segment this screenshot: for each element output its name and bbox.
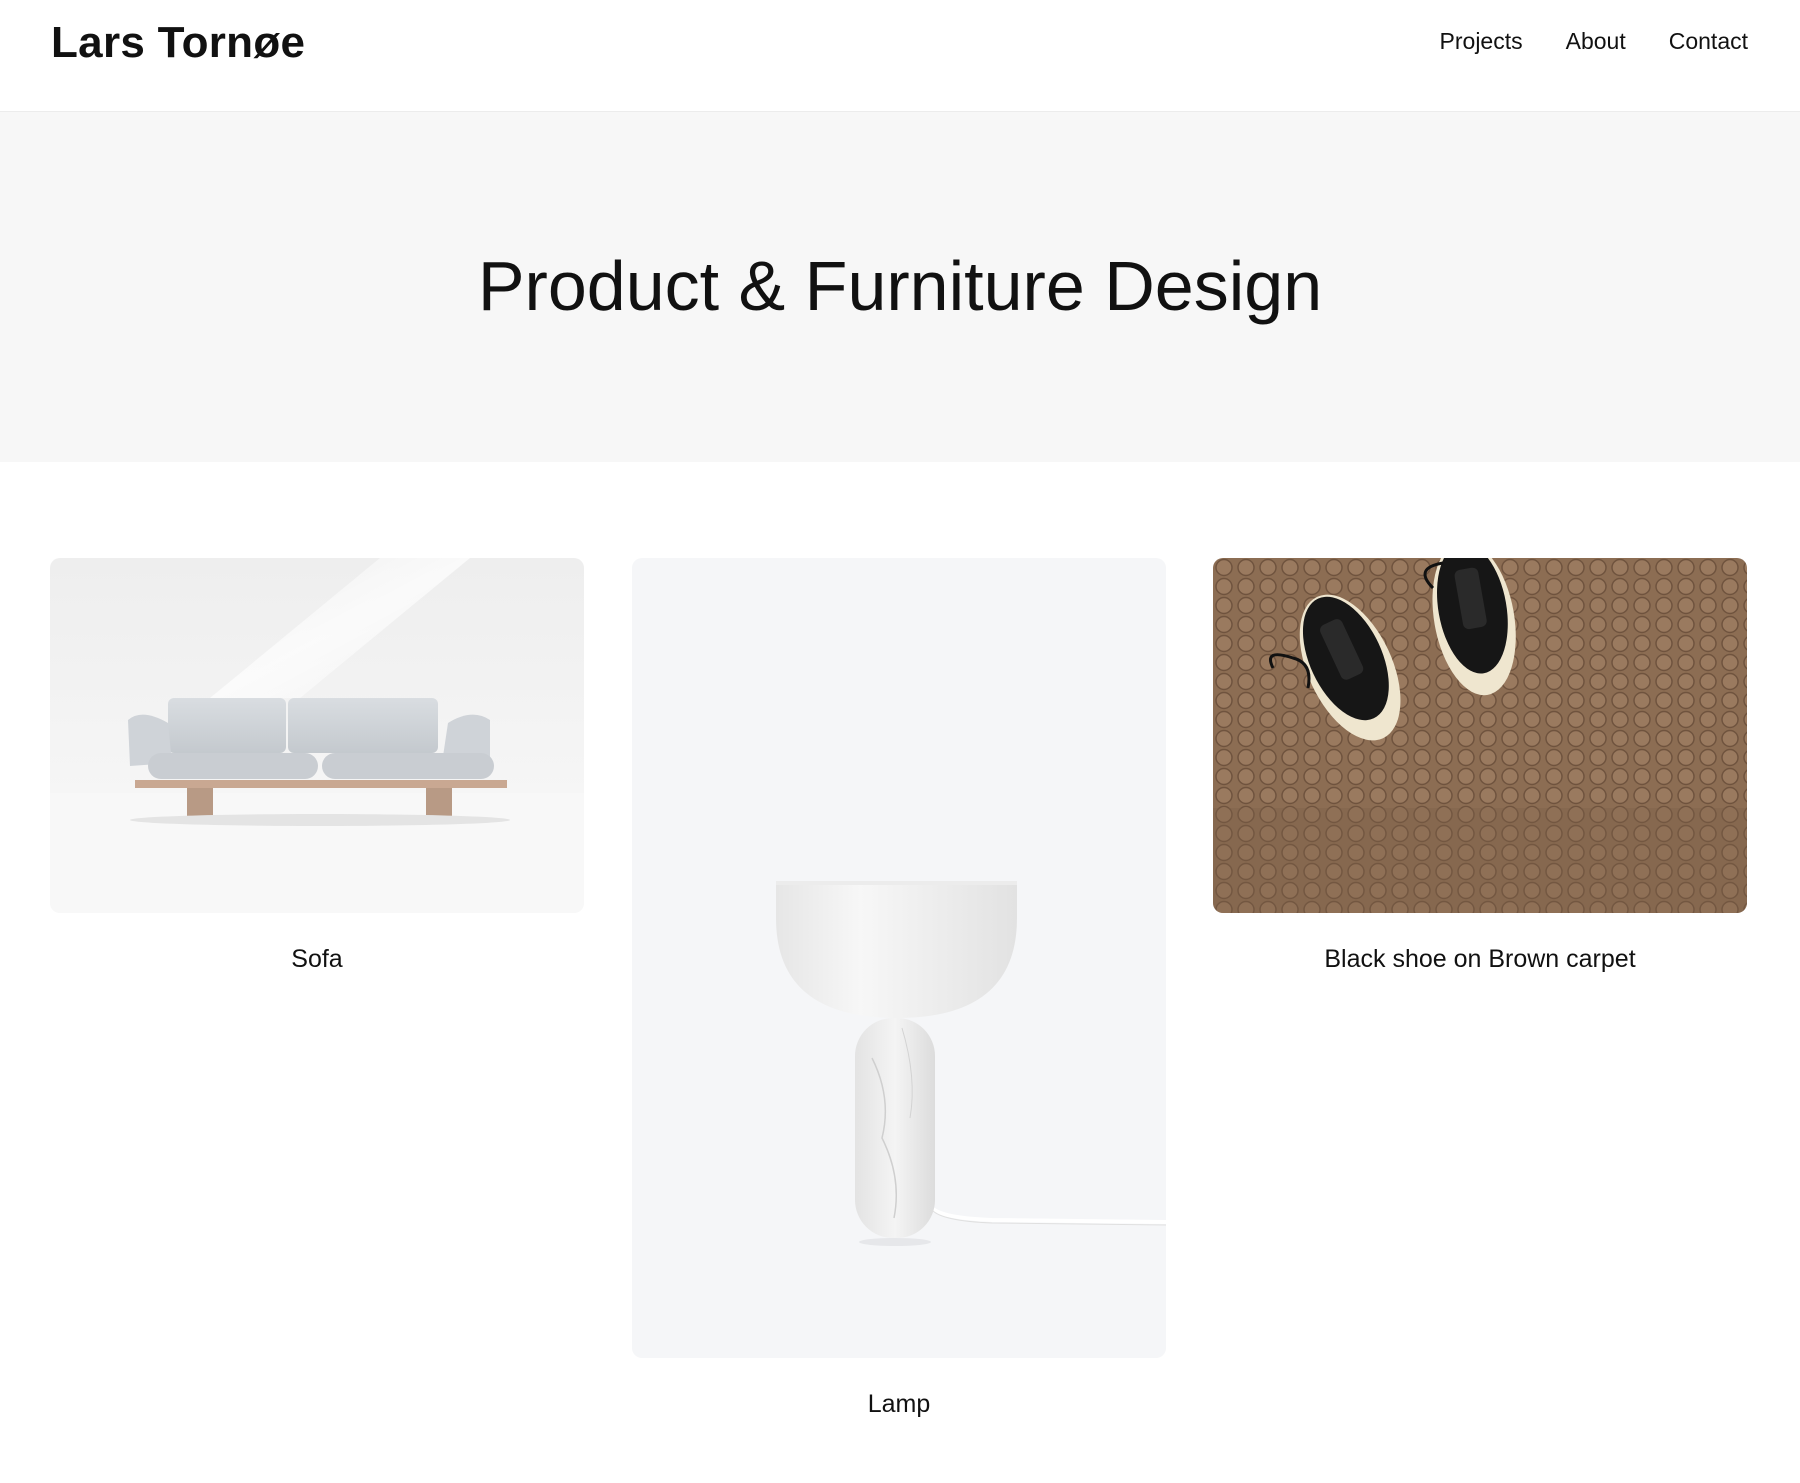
- nav-link-about[interactable]: About: [1566, 26, 1626, 56]
- lamp-image: [632, 558, 1166, 1358]
- sofa-photo[interactable]: [50, 558, 584, 913]
- lamp-photo[interactable]: [632, 558, 1166, 1358]
- site-title-link[interactable]: Lars Tornøe: [51, 16, 305, 70]
- page-title: Product & Furniture Design: [477, 247, 1323, 325]
- hero-banner: Product & Furniture Design: [0, 112, 1800, 462]
- project-card-lamp[interactable]: Lamp: [632, 558, 1166, 1420]
- project-title: Sofa: [291, 945, 343, 973]
- nav-link-projects[interactable]: Projects: [1440, 26, 1523, 56]
- nav-link-contact[interactable]: Contact: [1669, 26, 1748, 56]
- site-header: Lars Tornøe Projects About Contact: [0, 0, 1800, 112]
- shoes-on-carpet-photo[interactable]: [1213, 558, 1747, 913]
- project-title: Black shoe on Brown carpet: [1324, 945, 1636, 973]
- project-card-sofa[interactable]: Sofa: [50, 558, 584, 975]
- main-nav: Projects About Contact: [1440, 26, 1748, 56]
- shoes-image: [1213, 558, 1747, 913]
- sofa-image: [50, 558, 584, 913]
- project-card-shoes[interactable]: Black shoe on Brown carpet: [1213, 558, 1747, 975]
- project-title: Lamp: [867, 1390, 931, 1418]
